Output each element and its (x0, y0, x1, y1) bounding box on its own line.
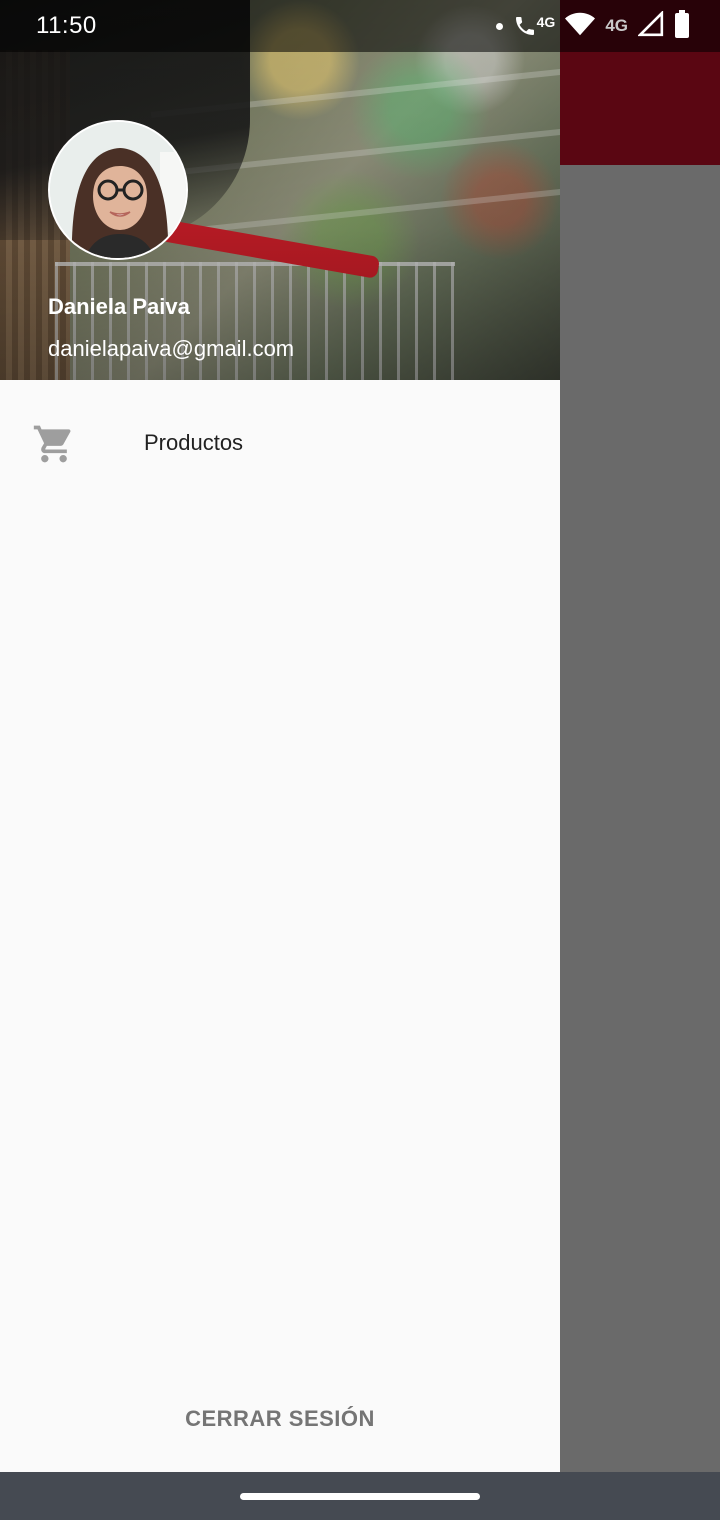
menu-item-label: Productos (144, 430, 244, 455)
user-email: danielapaiva@gmail.com (48, 336, 295, 361)
dot-icon (495, 22, 503, 30)
logout-button[interactable]: CERRAR SESIÓN (0, 1406, 560, 1432)
status-bar: 11:50 4G 4G (0, 0, 720, 52)
drawer-menu: Productos (0, 392, 560, 498)
status-icons: 4G 4G (495, 9, 690, 43)
battery-icon (674, 9, 690, 43)
signal-icon (637, 9, 664, 42)
call-network-label: 4G (536, 14, 556, 30)
home-gesture-handle[interactable] (240, 1493, 480, 1500)
avatar[interactable] (48, 120, 188, 260)
signal-network-label: 4G (605, 16, 628, 35)
menu-item-productos[interactable]: Productos (0, 392, 560, 498)
wifi-calling-icon: 4G (513, 14, 556, 38)
shopping-cart-icon (32, 422, 76, 466)
status-time: 11:50 (36, 12, 97, 39)
user-name: Daniela Paiva (48, 294, 190, 319)
drawer-header: Daniela Paiva danielapaiva@gmail.com (0, 0, 560, 380)
wifi-icon (565, 11, 596, 42)
navigation-drawer: Daniela Paiva danielapaiva@gmail.com Pro… (0, 0, 560, 1472)
navigation-bar (0, 1472, 720, 1520)
